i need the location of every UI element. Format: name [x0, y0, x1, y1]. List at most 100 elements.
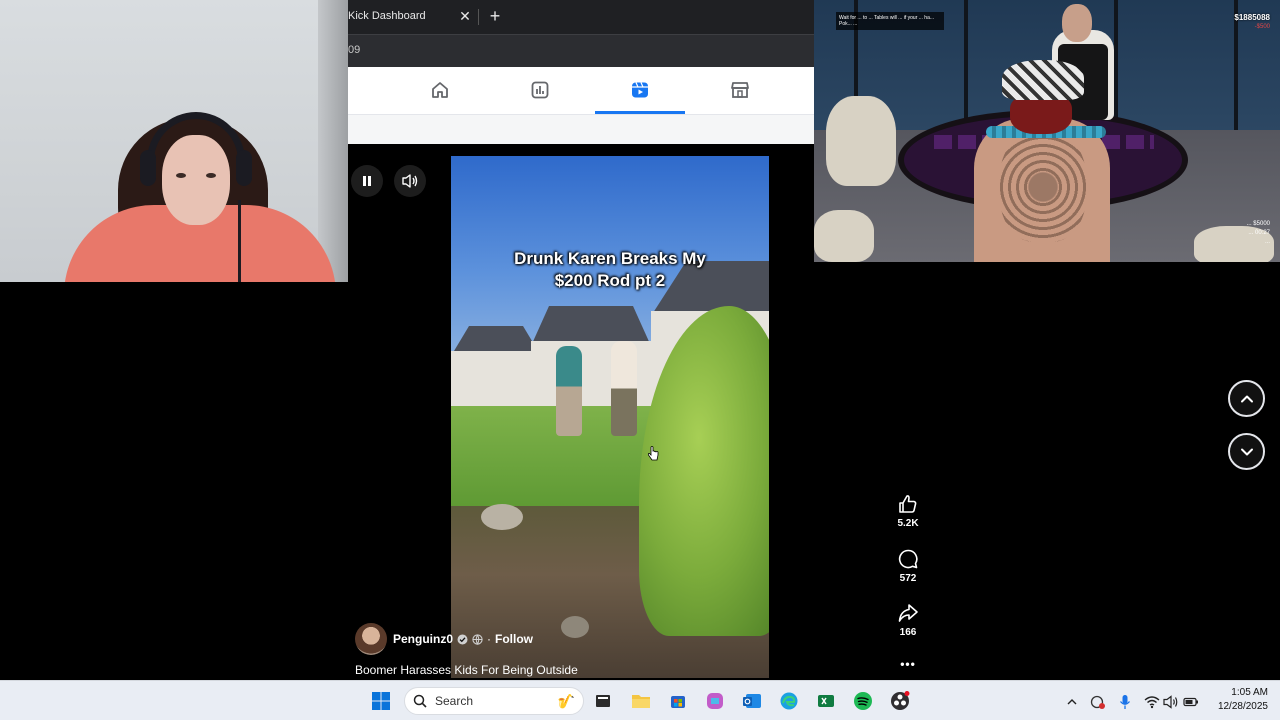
author-avatar[interactable] — [355, 623, 387, 655]
rock — [481, 504, 523, 530]
copilot-icon — [707, 693, 723, 709]
pause-icon — [363, 176, 371, 186]
follow-button[interactable]: Follow — [495, 632, 533, 646]
tray-clock[interactable]: 1:05 AM 12/28/2025 — [1208, 686, 1268, 714]
window-mullion — [964, 0, 968, 130]
green-app-icon — [818, 695, 834, 707]
more-options-button[interactable]: ••• — [884, 657, 932, 671]
volume-icon — [402, 174, 418, 188]
nav-reels[interactable] — [595, 67, 685, 114]
facebook-nav — [348, 67, 814, 115]
like-button[interactable]: 5.2K — [884, 493, 932, 529]
edge-button[interactable] — [777, 689, 801, 713]
edge-icon — [780, 692, 798, 710]
address-text[interactable]: 09 — [348, 44, 360, 56]
casino-chair — [826, 96, 896, 186]
copilot-button[interactable] — [703, 689, 727, 713]
caption-line: $200 Rod pt 2 — [554, 271, 666, 290]
screen: Kick Dashboard ✕ + 09 Wait for ... to ..… — [0, 0, 1280, 720]
hud-bet-line: ... — [1264, 239, 1270, 245]
nav-home[interactable] — [395, 67, 485, 113]
taskbar-search[interactable]: Search 🎷 — [404, 687, 584, 715]
store-button[interactable] — [666, 689, 690, 713]
game-overlay: Wait for ... to ... Tables will ... if y… — [814, 0, 1280, 262]
nav-insights[interactable] — [495, 67, 585, 113]
wifi-icon — [1144, 696, 1160, 709]
task-view-button[interactable] — [591, 689, 615, 713]
hud-bet-info: ... $5000 ... 00:27 ... — [1247, 220, 1270, 247]
app-button[interactable] — [814, 689, 838, 713]
marketplace-icon — [731, 82, 749, 98]
hud-bet-line: ... 00:27 — [1248, 230, 1270, 236]
person-woman — [611, 341, 637, 436]
reel-description[interactable]: Boomer Harasses Kids For Being Outside — [355, 663, 578, 677]
webcam-wall — [318, 0, 348, 282]
like-count: 5.2K — [897, 518, 919, 529]
nav-subrow — [348, 115, 814, 144]
address-bar[interactable]: 09 — [348, 34, 814, 67]
new-tab-icon[interactable]: + — [485, 5, 505, 27]
chevron-down-icon — [1240, 448, 1253, 455]
tray-battery[interactable] — [1183, 694, 1199, 710]
start-button[interactable] — [369, 689, 393, 713]
store-icon — [671, 696, 685, 708]
file-explorer-button[interactable] — [629, 689, 653, 713]
share-icon — [898, 604, 918, 622]
author-separator: · — [487, 632, 492, 646]
tray-volume[interactable] — [1163, 694, 1179, 710]
browser-window: Kick Dashboard ✕ + 09 — [348, 0, 814, 144]
dealer-head — [1062, 4, 1092, 42]
previous-reel-button[interactable] — [1228, 380, 1265, 417]
tray-overflow-button[interactable] — [1064, 694, 1080, 710]
webcam-overlay — [0, 0, 348, 282]
tab-close-icon[interactable]: ✕ — [458, 6, 472, 26]
reels-icon — [632, 82, 648, 98]
comment-count: 572 — [899, 573, 917, 584]
chevron-up-icon — [1067, 699, 1077, 705]
mute-button[interactable] — [394, 165, 426, 197]
folder-icon — [632, 695, 650, 708]
spotify-button[interactable] — [851, 689, 875, 713]
insights-icon — [531, 81, 549, 99]
comment-button[interactable]: 572 — [884, 548, 932, 584]
person-man — [556, 346, 582, 436]
search-label: Search — [435, 694, 474, 708]
windows-taskbar: Search 🎷 1:05 AM 12/28/2025 — [0, 680, 1280, 720]
battery-icon — [1183, 697, 1198, 707]
author-name[interactable]: Penguinz0 — [393, 632, 453, 646]
next-reel-button[interactable] — [1228, 433, 1265, 470]
tab-bar: Kick Dashboard ✕ + — [348, 0, 814, 34]
clock-date: 12/28/2025 — [1217, 701, 1268, 712]
hud-bet-line: ... $5000 — [1246, 221, 1270, 227]
share-count: 166 — [899, 627, 917, 638]
player-tattoo — [1000, 132, 1086, 242]
reel-author: Penguinz0 · Follow — [355, 623, 533, 655]
caption-line: Drunk Karen Breaks My — [514, 249, 706, 268]
nav-marketplace[interactable] — [695, 67, 785, 113]
player-hat — [1002, 60, 1084, 100]
spotify-icon — [854, 692, 872, 710]
casino-chair — [814, 210, 874, 262]
outlook-button[interactable] — [740, 689, 764, 713]
obs-button[interactable] — [888, 689, 912, 713]
tray-status[interactable] — [1090, 694, 1106, 710]
tab-title[interactable]: Kick Dashboard — [348, 10, 426, 22]
verified-badge-icon — [457, 634, 468, 644]
windows-logo-icon — [372, 692, 390, 710]
hud-cash: $1885088 — [1234, 13, 1270, 22]
tab-divider — [478, 9, 479, 25]
window-mullion — [1114, 0, 1118, 130]
more-icon: ••• — [900, 657, 916, 671]
reel-video[interactable]: Drunk Karen Breaks My $200 Rod pt 2 — [451, 156, 769, 678]
obs-icon — [891, 691, 910, 710]
headset-cable — [238, 200, 241, 282]
video-caption: Drunk Karen Breaks My $200 Rod pt 2 — [451, 248, 769, 292]
like-icon — [899, 495, 917, 513]
pause-button[interactable] — [351, 165, 383, 197]
tray-wifi[interactable] — [1144, 694, 1160, 710]
hud-message: Wait for ... to ... Tables will ... if y… — [836, 12, 944, 30]
share-button[interactable]: 166 — [884, 602, 932, 638]
status-warning-icon — [1090, 695, 1105, 709]
rock — [561, 616, 589, 638]
tray-microphone[interactable] — [1117, 694, 1133, 710]
